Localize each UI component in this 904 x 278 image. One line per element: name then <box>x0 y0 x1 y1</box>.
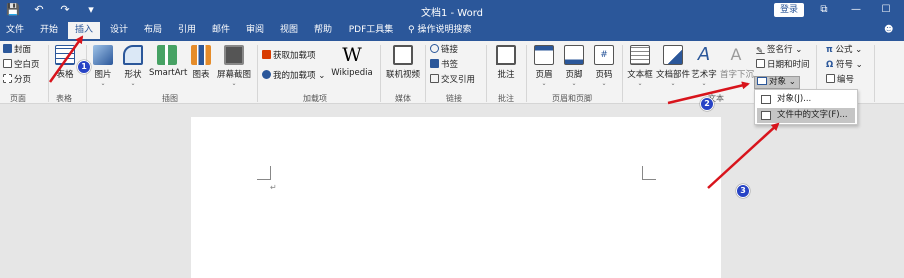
word-window: { "window": {"title": "文档1 - Word", "log… <box>0 0 904 278</box>
annotation-arrows <box>48 35 780 189</box>
step-badge-2: 2 <box>700 97 714 111</box>
arrow-step3 <box>707 122 780 189</box>
arrow-step1 <box>48 35 84 83</box>
step-badge-1: 1 <box>77 60 91 74</box>
step-badge-3: 3 <box>736 184 750 198</box>
